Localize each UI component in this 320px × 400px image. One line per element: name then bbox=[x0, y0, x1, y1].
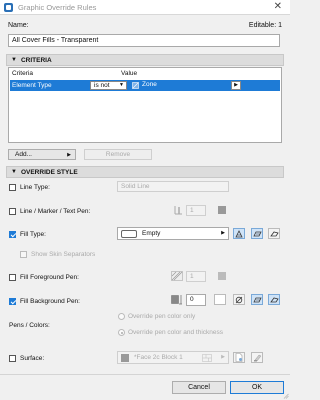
chevron-right-icon: ▶ bbox=[221, 354, 225, 360]
pens-colors-label: Pens / Colors: bbox=[9, 322, 50, 329]
chevron-right-icon: ▶ bbox=[67, 151, 71, 158]
title-bar: Graphic Override Rules ✕ bbox=[0, 0, 290, 15]
fill-orientation-local-icon[interactable] bbox=[251, 228, 263, 239]
override-section-header[interactable]: ▼ OVERRIDE STYLE bbox=[6, 166, 284, 178]
fill-bg-pen-number-field[interactable]: 0 bbox=[186, 294, 206, 306]
ok-button-label: OK bbox=[251, 384, 263, 391]
line-pen-checkbox[interactable] bbox=[9, 208, 16, 215]
criteria-row[interactable]: Element Type is not ▼ Zone ▶ bbox=[10, 80, 280, 91]
add-button[interactable]: Add... ▶ bbox=[8, 149, 76, 160]
criteria-section-title: CRITERIA bbox=[20, 56, 52, 64]
override-color-only-radio[interactable] bbox=[118, 313, 125, 320]
bg-pattern-distorted-icon[interactable] bbox=[268, 294, 280, 305]
operator-dropdown[interactable]: is not ▼ bbox=[90, 81, 127, 90]
footer-divider bbox=[0, 374, 290, 375]
line-type-checkbox[interactable] bbox=[9, 184, 16, 191]
fill-type-dropdown[interactable]: Empty ▶ bbox=[117, 227, 229, 240]
editable-count: Editable: 1 bbox=[248, 22, 282, 29]
override-color-only-label: Override pen color only bbox=[128, 313, 196, 320]
fill-bg-pen-color-swatch[interactable] bbox=[214, 294, 226, 305]
resize-grip-icon[interactable] bbox=[283, 393, 289, 399]
criteria-section-header[interactable]: ▼ CRITERIA bbox=[6, 54, 284, 66]
surface-dropdown[interactable]: *Face 2c Block 1 ▶ bbox=[117, 351, 229, 364]
override-section-title: OVERRIDE STYLE bbox=[20, 168, 78, 176]
name-input[interactable] bbox=[8, 34, 280, 47]
line-type-field[interactable]: Solid Line bbox=[117, 181, 229, 192]
operator-value: is not bbox=[94, 82, 110, 89]
surface-label: Surface: bbox=[20, 355, 45, 362]
fill-orientation-project-icon[interactable] bbox=[233, 228, 245, 239]
surface-brush-icon[interactable] bbox=[251, 352, 263, 363]
surface-document-icon[interactable] bbox=[233, 352, 245, 363]
pen-weight-icon bbox=[174, 206, 182, 215]
show-skin-checkbox[interactable] bbox=[20, 251, 27, 258]
ok-button[interactable]: OK bbox=[230, 381, 284, 394]
remove-button[interactable]: Remove bbox=[84, 149, 152, 160]
window-title: Graphic Override Rules bbox=[18, 2, 97, 12]
close-icon[interactable]: ✕ bbox=[274, 1, 282, 12]
surface-value: *Face 2c Block 1 bbox=[134, 354, 183, 361]
dropdown-arrow-icon: ▼ bbox=[119, 82, 124, 88]
app-icon bbox=[4, 2, 13, 12]
foreground-pattern-icon bbox=[171, 271, 183, 281]
override-color-thickness-radio[interactable] bbox=[118, 329, 125, 336]
fill-fg-pen-checkbox[interactable] bbox=[9, 274, 16, 281]
collapse-triangle-icon: ▼ bbox=[11, 169, 17, 175]
surface-color-swatch bbox=[121, 354, 129, 362]
value-column-header: Value bbox=[121, 70, 138, 77]
value-cell: Zone bbox=[142, 81, 242, 90]
fill-bg-pen-checkbox[interactable] bbox=[9, 298, 16, 305]
remove-button-label: Remove bbox=[105, 151, 131, 158]
brick-texture-icon bbox=[202, 354, 212, 362]
fill-bg-pen-label: Fill Background Pen: bbox=[20, 298, 80, 305]
show-skin-label: Show Skin Separators bbox=[31, 251, 96, 258]
fill-orientation-distorted-icon[interactable] bbox=[268, 228, 280, 239]
line-type-label: Line Type: bbox=[20, 184, 50, 191]
chevron-right-icon: ▶ bbox=[221, 230, 225, 236]
fill-fg-pen-number-field[interactable]: 1 bbox=[186, 271, 206, 282]
surface-checkbox[interactable] bbox=[9, 355, 16, 362]
transparent-background-icon[interactable] bbox=[233, 294, 245, 305]
add-button-label: Add... bbox=[15, 151, 32, 158]
line-pen-color-swatch[interactable] bbox=[218, 206, 226, 214]
collapse-triangle-icon: ▼ bbox=[11, 57, 17, 63]
fill-type-label: Fill Type: bbox=[20, 231, 46, 238]
criteria-table: Criteria Value Element Type is not ▼ Zon… bbox=[8, 67, 282, 143]
bg-pattern-local-icon[interactable] bbox=[251, 294, 263, 305]
empty-fill-swatch bbox=[121, 230, 137, 238]
line-pen-label: Line / Marker / Text Pen: bbox=[20, 208, 91, 215]
criteria-cell: Element Type bbox=[12, 82, 52, 89]
fill-fg-pen-color-swatch[interactable] bbox=[218, 272, 226, 280]
fill-type-value: Empty bbox=[142, 230, 161, 237]
zone-element-icon bbox=[132, 82, 139, 89]
criteria-column-header: Criteria bbox=[12, 70, 33, 77]
cancel-button-label: Cancel bbox=[188, 384, 210, 391]
fill-fg-pen-label: Fill Foreground Pen: bbox=[20, 274, 79, 281]
override-color-thickness-label: Override pen color and thickness bbox=[128, 329, 224, 336]
value-picker-arrow-icon[interactable]: ▶ bbox=[231, 81, 241, 90]
cancel-button[interactable]: Cancel bbox=[172, 381, 226, 394]
fill-type-checkbox[interactable] bbox=[9, 231, 16, 238]
line-pen-number-field[interactable]: 1 bbox=[186, 205, 206, 216]
name-label: Name: bbox=[8, 22, 29, 29]
background-fill-icon bbox=[171, 295, 182, 305]
